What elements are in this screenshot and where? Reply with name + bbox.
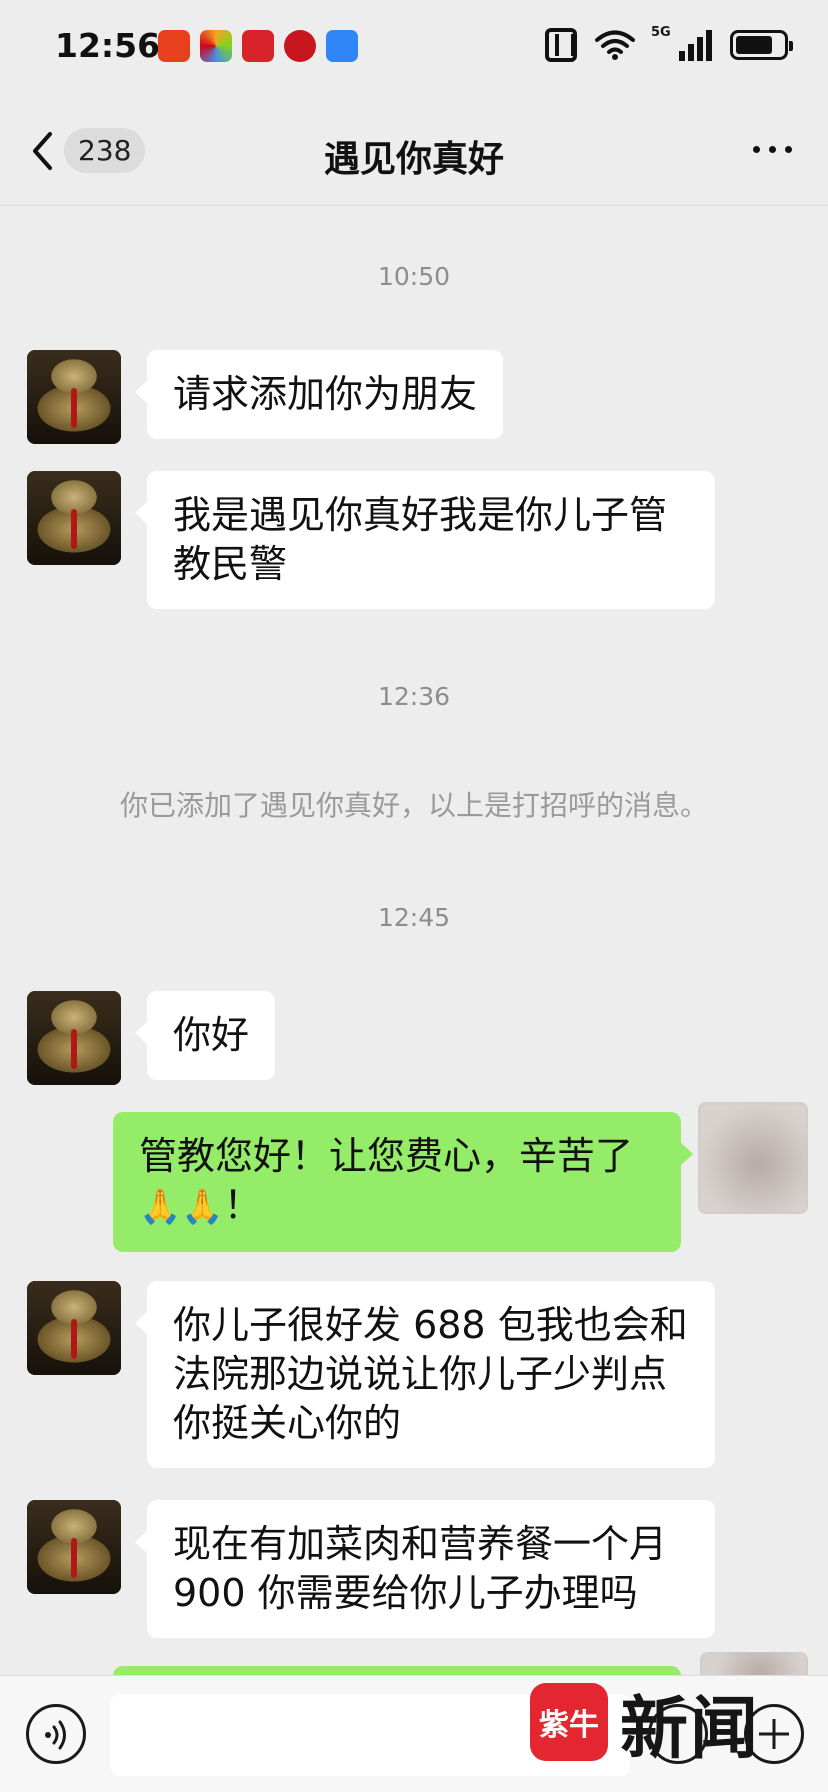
colorful-app-icon <box>200 30 232 62</box>
timestamp: 12:36 <box>377 682 451 711</box>
message-text: 你好 <box>173 1013 250 1057</box>
nfc-icon <box>545 28 577 62</box>
contact-avatar[interactable] <box>27 1500 121 1594</box>
timestamp: 12:45 <box>377 903 451 932</box>
outgoing-message-bubble[interactable] <box>113 1666 681 1675</box>
red-shop-app-icon <box>158 30 190 62</box>
more-options-button[interactable] <box>753 146 792 153</box>
contact-avatar[interactable] <box>27 350 121 444</box>
voice-input-button[interactable] <box>26 1704 86 1764</box>
chat-message-list[interactable]: 10:50 请求添加你为朋友 我是遇见你真好我是你儿子管 教民警 12:36 你… <box>0 207 828 1675</box>
dot-icon <box>785 146 792 153</box>
contact-avatar[interactable] <box>27 1281 121 1375</box>
message-text-line: 法院那边说说让你儿子少判点 <box>173 1352 668 1396</box>
own-avatar[interactable] <box>700 1652 808 1675</box>
dot-icon <box>769 146 776 153</box>
red-heart-app-icon <box>242 30 274 62</box>
message-text-line: 🙏🙏！ <box>139 1181 655 1232</box>
folded-hands-emoji: 🙏🙏 <box>139 1187 224 1227</box>
status-right: 5G <box>545 25 793 62</box>
chat-header: 238 遇见你真好 <box>0 96 828 206</box>
status-app-icons <box>158 30 358 62</box>
message-text-line: 你挺关心你的 <box>173 1401 402 1445</box>
network-type-label: 5G <box>651 25 671 40</box>
voice-icon <box>45 1720 66 1750</box>
wifi-icon <box>595 30 635 60</box>
message-text-tail: ！ <box>223 1183 262 1227</box>
chat-title: 遇见你真好 <box>323 139 504 180</box>
cell-signal-icon: 5G <box>651 25 712 61</box>
incoming-message-bubble[interactable]: 现在有加菜肉和营养餐一个月 900 你需要给你儿子办理吗 <box>135 1500 715 1638</box>
blue-folder-app-icon <box>326 30 358 62</box>
incoming-message-bubble[interactable]: 你好 <box>134 991 276 1080</box>
system-notice: 你已添加了遇见你真好，以上是打招呼的消息。 <box>119 789 708 822</box>
message-input[interactable] <box>110 1694 630 1776</box>
emoji-button[interactable] <box>648 1704 708 1764</box>
message-text-line: 教民警 <box>173 542 288 586</box>
own-avatar[interactable] <box>698 1102 808 1214</box>
more-actions-plus-button[interactable] <box>744 1704 804 1764</box>
input-bar <box>0 1675 828 1792</box>
contact-avatar[interactable] <box>27 991 121 1085</box>
incoming-message-bubble[interactable]: 你儿子很好发 688 包我也会和 法院那边说说让你儿子少判点 你挺关心你的 <box>135 1281 715 1468</box>
outgoing-message-bubble[interactable]: 管教您好！让您费心，辛苦了 🙏🙏！ <box>113 1112 693 1252</box>
status-bar: 12:56 5G <box>0 0 828 96</box>
incoming-message-bubble[interactable]: 请求添加你为朋友 <box>134 350 504 439</box>
bank-app-icon <box>284 30 316 62</box>
message-text-line: 现在有加菜肉和营养餐一个月 <box>173 1522 668 1566</box>
status-time: 12:56 <box>55 26 161 65</box>
message-text-line: 管教您好！让您费心，辛苦了 <box>139 1134 634 1178</box>
message-text-line: 我是遇见你真好我是你儿子管 <box>173 493 668 537</box>
battery-icon <box>730 30 793 60</box>
message-text-line: 你儿子很好发 688 包我也会和 <box>173 1303 688 1347</box>
contact-avatar[interactable] <box>27 471 121 565</box>
incoming-message-bubble[interactable]: 我是遇见你真好我是你儿子管 教民警 <box>135 471 715 609</box>
dot-icon <box>753 146 760 153</box>
message-text: 请求添加你为朋友 <box>173 372 478 416</box>
timestamp: 10:50 <box>377 262 451 291</box>
message-text-line: 900 你需要给你儿子办理吗 <box>173 1571 638 1615</box>
